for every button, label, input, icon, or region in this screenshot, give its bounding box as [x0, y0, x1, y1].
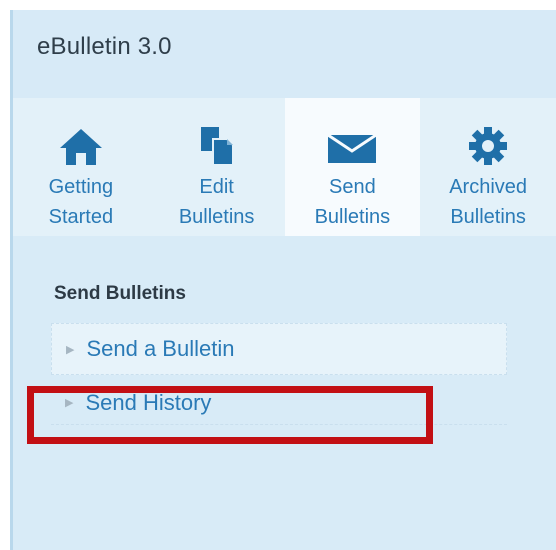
- envelope-icon: [285, 125, 421, 167]
- app-header: eBulletin 3.0: [13, 10, 556, 98]
- nav-label-line1: Edit: [199, 176, 234, 198]
- nav-label: Getting Started: [13, 172, 149, 232]
- gear-icon: [420, 125, 556, 167]
- highlight-box: [27, 386, 433, 444]
- nav-label-line2: Started: [48, 206, 114, 228]
- nav-item-archived-bulletins[interactable]: Archived Bulletins: [420, 98, 556, 236]
- app-panel: eBulletin 3.0 Getting Started Edit Bulle…: [10, 10, 556, 550]
- nav-label-line1: Getting: [48, 176, 114, 198]
- nav-label: Send Bulletins: [285, 172, 421, 232]
- app-title: eBulletin 3.0: [37, 33, 172, 60]
- main-nav: Getting Started Edit Bulletins Send Bull…: [13, 98, 556, 236]
- nav-label-line2: Bulletins: [450, 206, 526, 228]
- home-icon: [13, 125, 149, 167]
- nav-label: Edit Bulletins: [149, 172, 285, 232]
- nav-item-getting-started[interactable]: Getting Started: [13, 98, 149, 236]
- nav-label-line2: Bulletins: [314, 206, 391, 228]
- nav-label-line2: Bulletins: [178, 206, 255, 228]
- nav-item-edit-bulletins[interactable]: Edit Bulletins: [149, 98, 285, 236]
- nav-label-line1: Send: [329, 176, 376, 198]
- nav-label-line1: Archived: [449, 176, 528, 198]
- nav-item-send-bulletins[interactable]: Send Bulletins: [284, 98, 421, 236]
- send-a-bulletin-link[interactable]: ▶ Send a Bulletin: [51, 323, 507, 375]
- section-title: Send Bulletins: [54, 283, 186, 304]
- nav-label: Archived Bulletins: [420, 172, 556, 232]
- documents-icon: [149, 125, 285, 167]
- send-bulletins-section: Send Bulletins ▶ Send a Bulletin ▶ Send …: [13, 236, 556, 425]
- sub-item-label: Send a Bulletin: [86, 336, 235, 361]
- triangle-right-icon: ▶: [66, 343, 75, 356]
